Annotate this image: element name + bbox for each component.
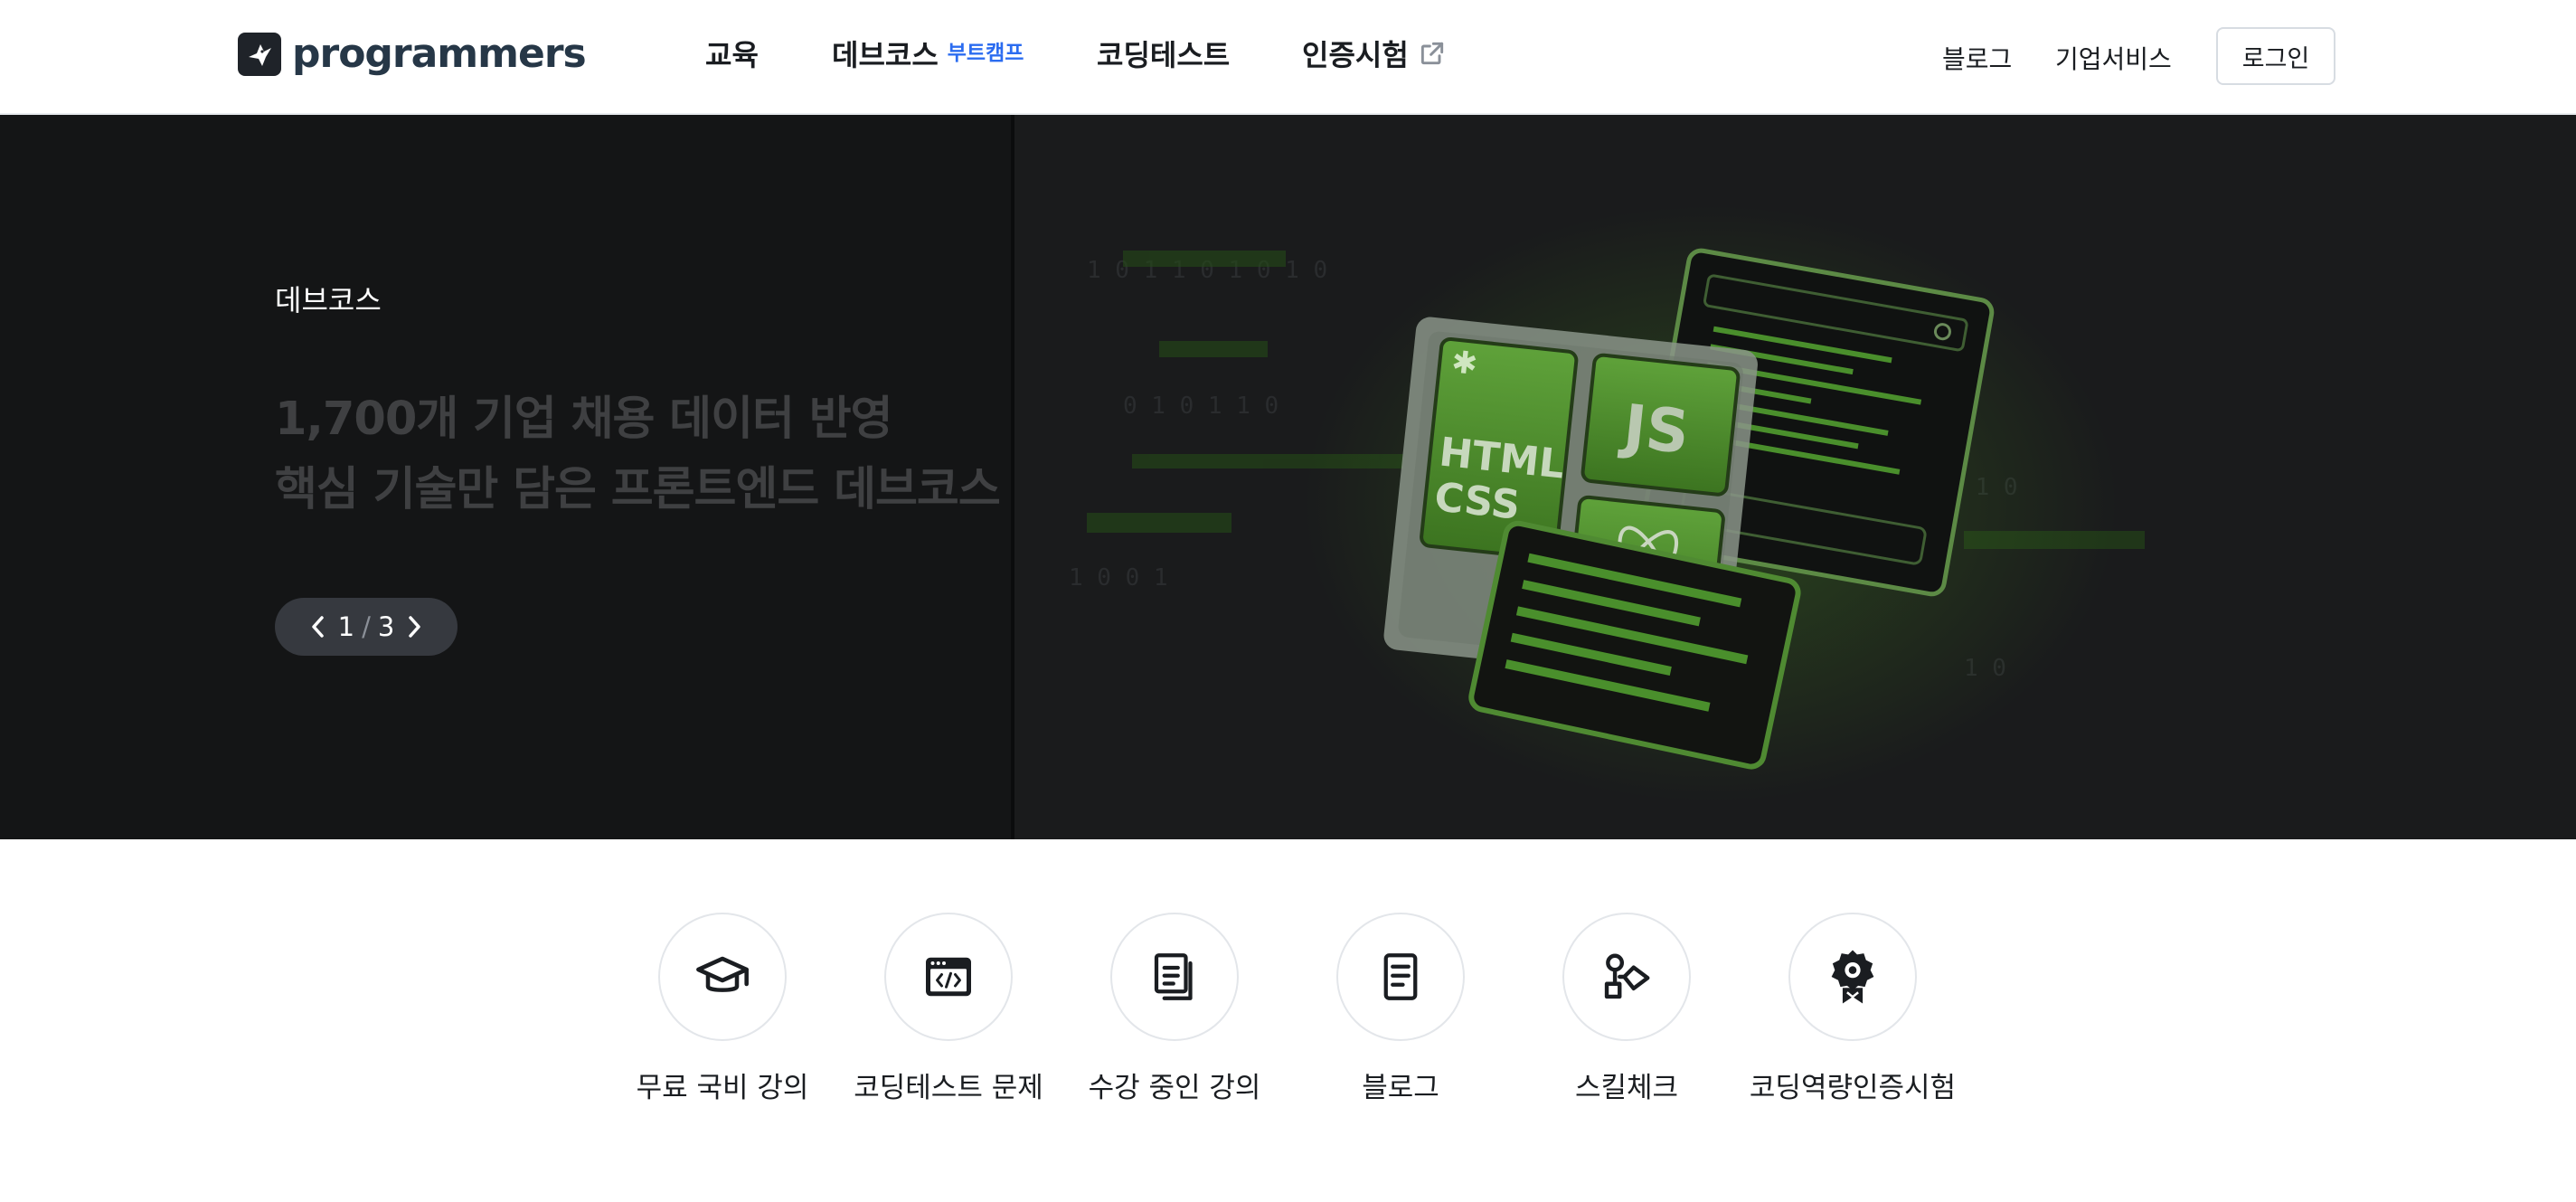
slide-current: 1: [337, 611, 355, 642]
business-service-link[interactable]: 기업서비스: [2055, 40, 2172, 76]
quick-certification-exam-label: 코딩역량인증시험: [1749, 1072, 1957, 1104]
quick-my-courses-label: 수강 중인 강의: [1088, 1072, 1261, 1104]
nav-education-label: 교육: [705, 38, 759, 72]
quick-my-courses-circle[interactable]: [1110, 913, 1239, 1041]
bird-logo-icon: [238, 33, 281, 76]
quick-blog-circle[interactable]: [1336, 913, 1465, 1041]
logo-wordmark: programmers: [292, 31, 587, 77]
graduation-cap-icon: [696, 956, 749, 992]
hero-title-line1: 1,700개 기업 채용 데이터 반영: [275, 393, 893, 446]
nav-devcourse[interactable]: 데브코스 부트캠프: [832, 33, 1024, 74]
nav-certification[interactable]: 인증시험: [1302, 33, 1447, 74]
svg-text:0 1 0 1 1 0: 0 1 0 1 1 0: [1123, 393, 1279, 420]
code-window-icon: [926, 957, 971, 997]
quick-certification-exam[interactable]: 코딩역량인증시험: [1717, 913, 1988, 1105]
svg-text:1 0 0 1: 1 0 0 1: [1069, 564, 1168, 592]
quick-certification-exam-circle[interactable]: [1788, 913, 1917, 1041]
hero-title: 1,700개 기업 채용 데이터 반영 핵심 기술만 담은 프론트엔드 데브코스: [275, 384, 1001, 525]
login-button[interactable]: 로그인: [2216, 27, 2335, 85]
bootcamp-badge: 부트캠프: [947, 42, 1024, 65]
blog-link[interactable]: 블로그: [1942, 40, 2012, 76]
programmers-logo[interactable]: programmers: [238, 31, 587, 77]
chevron-left-icon: [311, 616, 324, 638]
frontend-illustration: 1 0 1 1 0 1 0 1 0 0 1 0 1 1 0 1 0 1 0 1 …: [1069, 205, 2145, 802]
quick-coding-test-label: 코딩테스트 문제: [854, 1072, 1043, 1104]
hero-title-line2: 핵심 기술만 담은 프론트엔드 데브코스: [275, 463, 1001, 516]
nav-certification-label: 인증시험: [1302, 38, 1409, 72]
certification-badge-icon: [1831, 950, 1874, 1004]
quick-skill-check-circle[interactable]: [1562, 913, 1691, 1041]
documents-icon: [1154, 953, 1193, 1000]
nav-coding-test[interactable]: 코딩테스트: [1097, 33, 1230, 74]
hero-banner[interactable]: 데브코스 1,700개 기업 채용 데이터 반영 핵심 기술만 담은 프론트엔드…: [0, 115, 2576, 839]
hero-category: 데브코스: [275, 283, 382, 317]
quick-skill-check-label: 스킬체크: [1574, 1072, 1679, 1104]
nav-education[interactable]: 교육: [705, 33, 759, 74]
quick-free-course-label: 무료 국비 강의: [636, 1072, 809, 1104]
nav-coding-test-label: 코딩테스트: [1097, 38, 1231, 72]
next-slide-button[interactable]: [394, 615, 436, 639]
quick-free-course-circle[interactable]: [658, 913, 787, 1041]
slide-separator: /: [362, 611, 371, 642]
external-link-icon: [1418, 39, 1447, 68]
top-header: programmers 교육 데브코스 부트캠프 코딩테스트 인증시험 블로그 …: [0, 0, 2576, 115]
skill-shapes-icon: [1604, 953, 1650, 999]
css-key-label: CSS: [1432, 474, 1522, 529]
svg-text:✱: ✱: [1449, 344, 1479, 383]
quick-blog-label: 블로그: [1362, 1072, 1439, 1104]
nav-devcourse-label: 데브코스: [832, 38, 939, 72]
slide-total: 3: [377, 611, 395, 642]
chevron-right-icon: [409, 616, 421, 638]
prev-slide-button[interactable]: [297, 615, 338, 639]
document-icon: [1383, 953, 1418, 1000]
quick-coding-test-circle[interactable]: [884, 913, 1013, 1041]
slide-pager: 1 / 3: [275, 598, 458, 656]
js-key-label: JS: [1617, 391, 1693, 468]
